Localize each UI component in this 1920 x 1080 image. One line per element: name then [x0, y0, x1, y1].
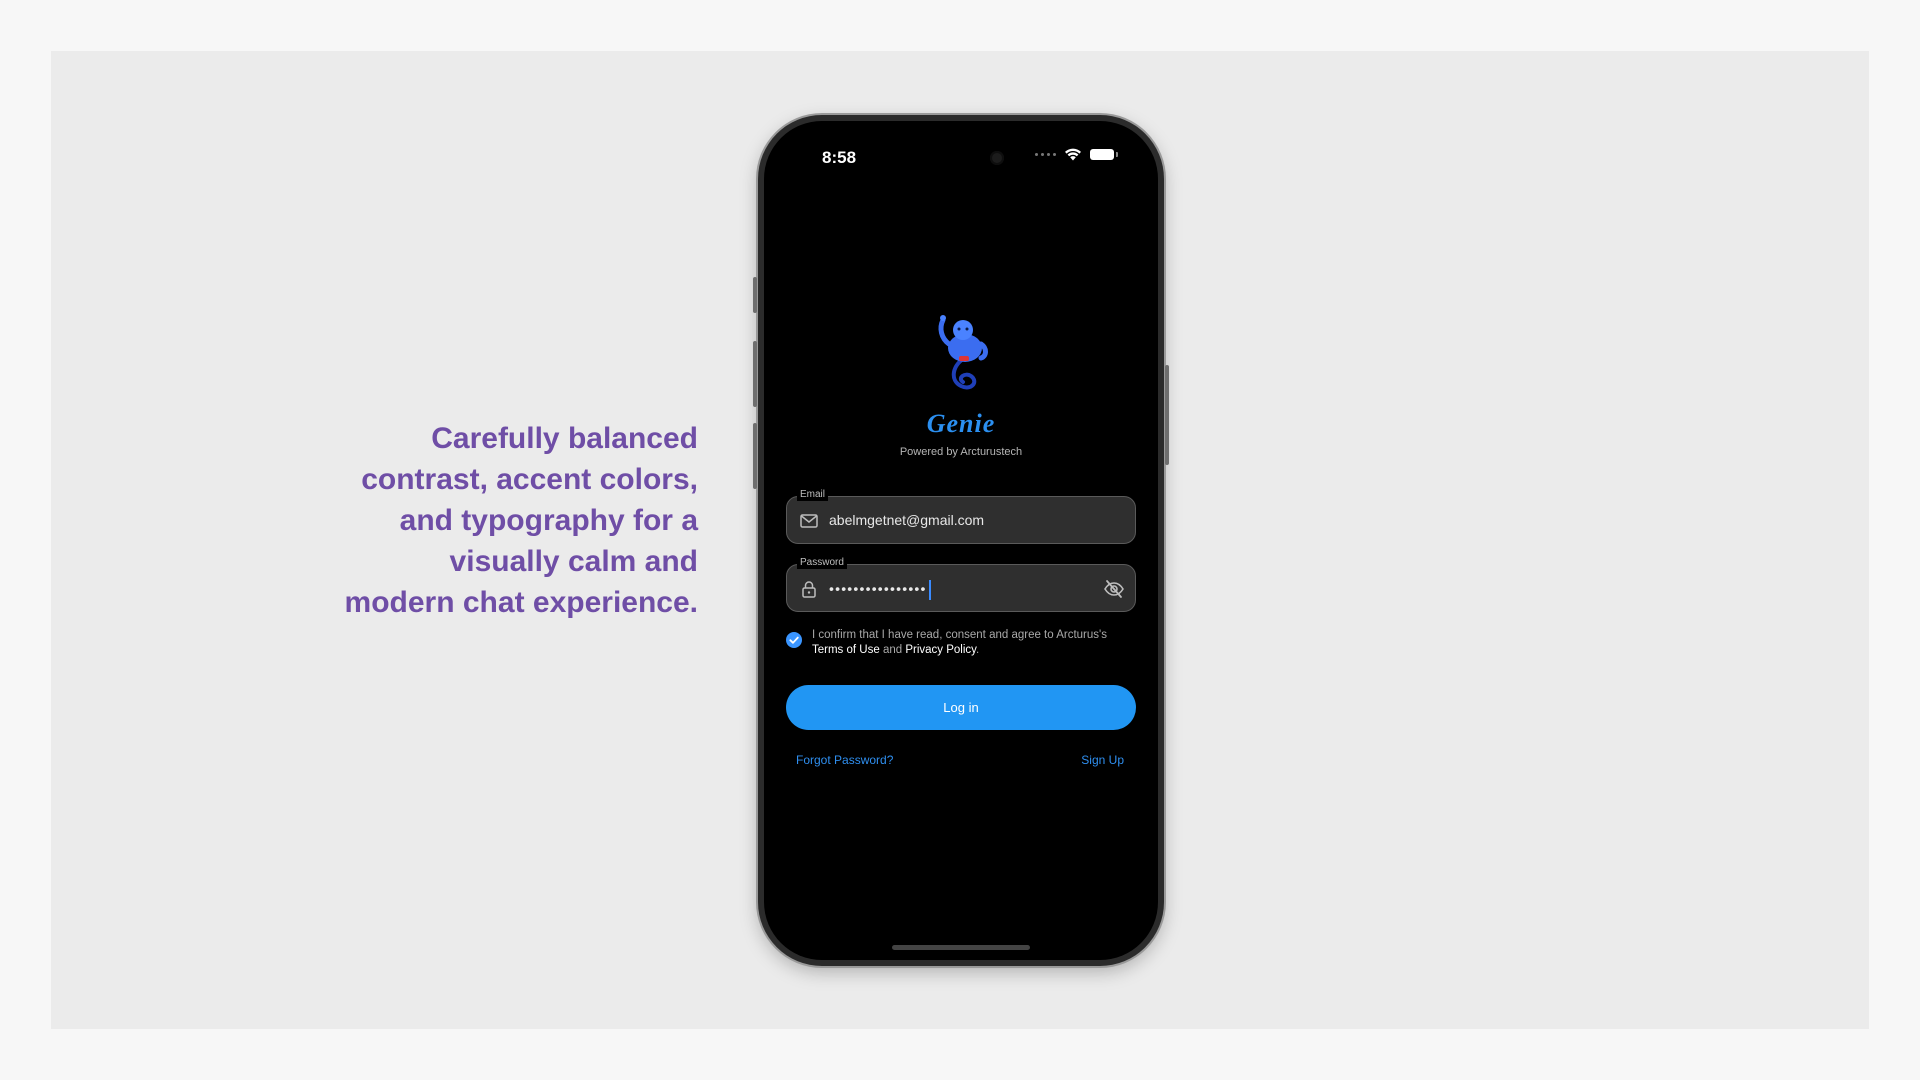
password-dots: •••••••••••••••• [829, 580, 927, 597]
phone-frame: 8:58 Genie Powered by Arcturustech Email… [753, 115, 1169, 966]
home-indicator[interactable] [892, 945, 1030, 950]
consent-prefix: I confirm that I have read, consent and … [812, 629, 1107, 641]
powered-by: Powered by Arcturustech [899, 446, 1023, 458]
status-time: 8:58 [822, 148, 857, 167]
app-brand: Genie [926, 409, 996, 438]
battery-icon [1090, 149, 1118, 160]
consent-middle: and [879, 644, 906, 656]
password-value: •••••••••••••••• [829, 580, 931, 600]
status-icons [1035, 148, 1118, 161]
password-label: Password [797, 557, 847, 569]
tagline-line: contrast, accent colors, [361, 463, 698, 496]
lock-icon [802, 581, 816, 598]
mail-icon [800, 514, 818, 528]
login-button[interactable]: Log in [786, 685, 1136, 730]
consent-checkbox[interactable] [786, 632, 802, 648]
wifi-icon [1065, 148, 1081, 161]
email-label: Email [797, 489, 829, 501]
tagline-line: Carefully balanced [431, 422, 698, 455]
signal-icon [1035, 153, 1056, 156]
privacy-link[interactable]: Privacy Policy [905, 644, 976, 656]
terms-link[interactable]: Terms of Use [812, 644, 880, 656]
eye-off-icon[interactable] [1103, 578, 1125, 600]
genie-logo [938, 315, 988, 390]
text-caret [928, 580, 931, 600]
consent-row: I confirm that I have read, consent and … [786, 628, 1136, 658]
check-icon [789, 636, 799, 644]
tagline-line: modern chat experience. [344, 586, 698, 619]
phone-volume-up-button [753, 341, 757, 407]
forgot-password-link[interactable]: Forgot Password? [796, 753, 893, 767]
consent-suffix: . [976, 644, 980, 656]
tagline: Carefully balanced contrast, accent colo… [278, 418, 698, 623]
phone-action-button [753, 277, 757, 313]
email-field[interactable]: Email abelmgetnet@gmail.com [786, 489, 1136, 544]
front-camera [990, 151, 1004, 165]
phone-screen: 8:58 Genie Powered by Arcturustech Email… [764, 121, 1158, 960]
phone-volume-down-button [753, 423, 757, 489]
password-field[interactable]: Password •••••••••••••••• [786, 557, 1136, 612]
tagline-line: visually calm and [449, 545, 698, 578]
phone-power-button [1165, 365, 1169, 465]
consent-text: I confirm that I have read, consent and … [812, 628, 1136, 658]
sign-up-link[interactable]: Sign Up [1081, 753, 1124, 767]
tagline-line: and typography for a [399, 504, 698, 537]
email-value: abelmgetnet@gmail.com [829, 512, 985, 528]
